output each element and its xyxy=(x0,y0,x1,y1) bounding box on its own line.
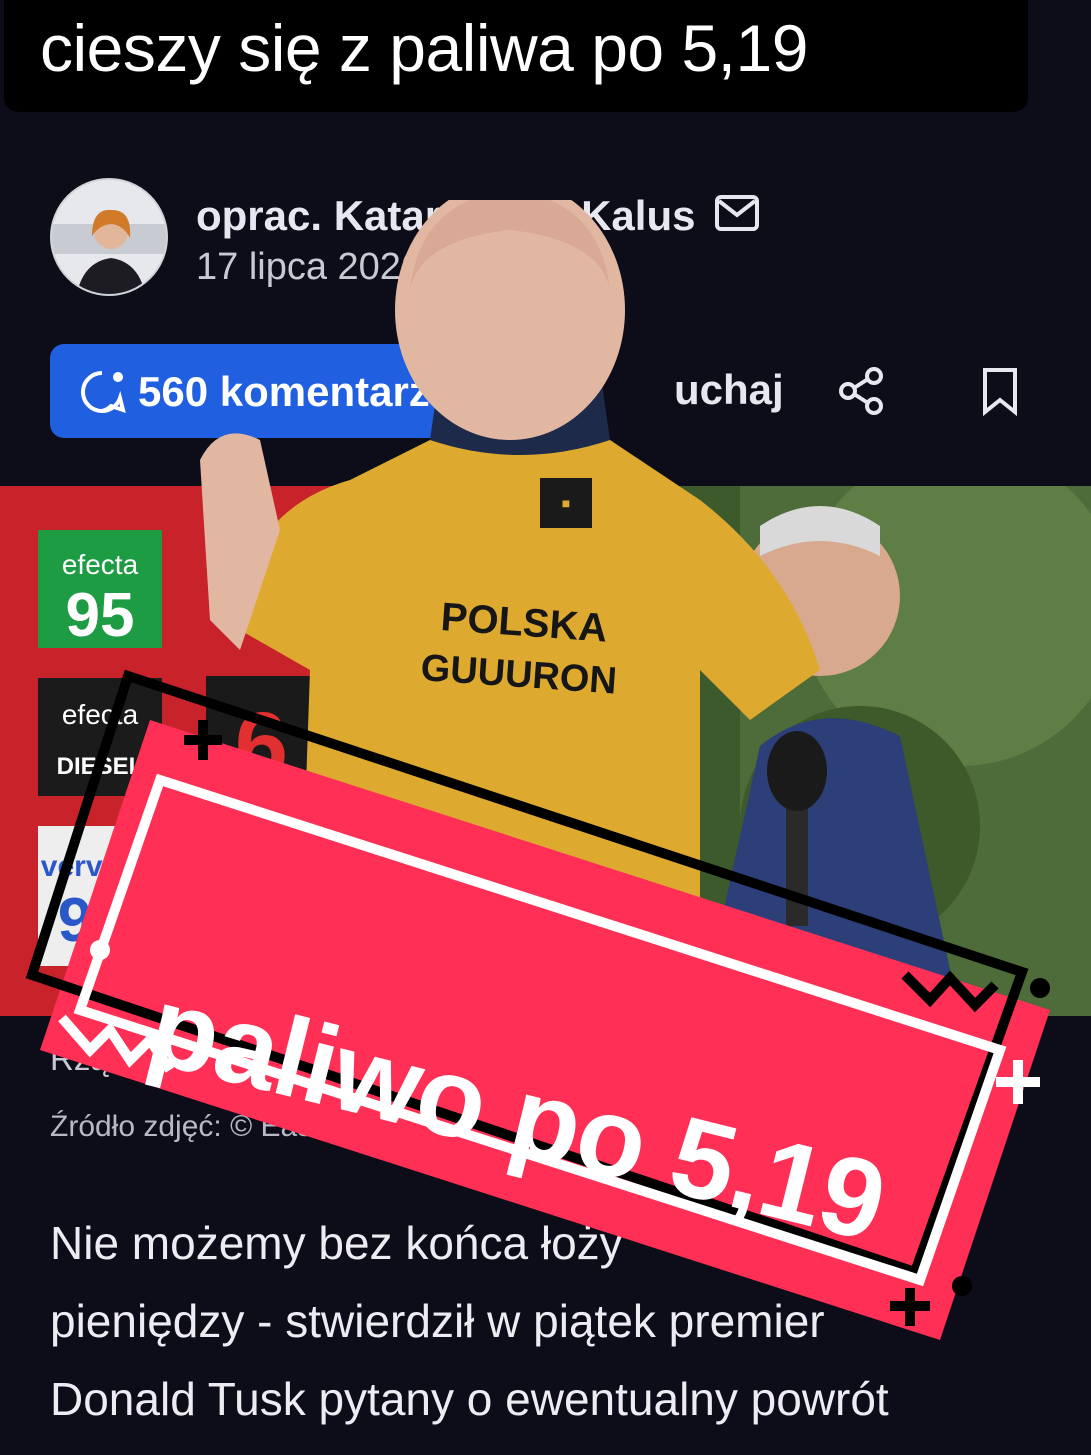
sign-value: 95 xyxy=(66,581,135,650)
sign-brand: efecta xyxy=(62,699,139,730)
avatar-image xyxy=(52,180,166,294)
sign-verva xyxy=(38,826,162,966)
body-line: Nie możemy bez końca łoży xyxy=(50,1217,623,1269)
video-caption-bar: cieszy się z paliwa po 5,19 xyxy=(4,0,1028,112)
body-line: Donald Tusk pytany o ewentualny powrót xyxy=(50,1373,889,1425)
article-body: Nie możemy bez końca łoży pieniędzy - st… xyxy=(50,1204,1050,1438)
sign-value: 9 xyxy=(58,886,92,955)
video-caption-text: cieszy się z paliwa po 5,19 xyxy=(40,11,808,85)
plus-deco xyxy=(996,1060,1040,1104)
shirt-badge: ■ xyxy=(562,495,570,511)
body-line: pieniędzy - stwierdził w piątek premier xyxy=(50,1295,825,1347)
image-caption: Rząd xyxy=(50,1040,128,1077)
bookmark-icon[interactable] xyxy=(980,366,1020,416)
sign-value: DIESEL xyxy=(57,753,144,780)
comment-icon xyxy=(80,371,126,414)
overlay-person: ■ POLSKA GUUURON xyxy=(200,200,820,960)
share-icon[interactable] xyxy=(836,366,886,416)
sign-brand: verva xyxy=(41,850,120,883)
author-avatar[interactable] xyxy=(50,178,168,296)
sign-brand: efecta xyxy=(62,549,139,580)
